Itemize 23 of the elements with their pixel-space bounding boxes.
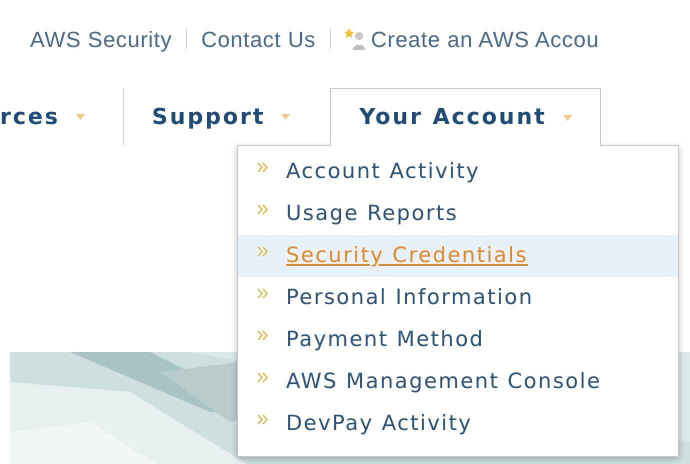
- nav-tab[interactable]: Your Account: [330, 88, 601, 146]
- double-chevron-icon: [257, 330, 269, 340]
- menu-item[interactable]: Payment Method: [238, 319, 678, 361]
- nav-tab[interactable]: Support: [152, 88, 290, 146]
- header-link[interactable]: AWS Security: [30, 22, 172, 56]
- double-chevron-icon: [257, 414, 269, 424]
- double-chevron-icon: [257, 246, 269, 256]
- caret-icon: [281, 114, 290, 120]
- double-chevron-icon: [257, 204, 269, 214]
- header-link[interactable]: Create an AWS Accou: [370, 22, 600, 56]
- menu-item[interactable]: Account Activity: [238, 151, 678, 193]
- menu-item[interactable]: Usage Reports: [238, 193, 678, 235]
- menu-item[interactable]: AWS Management Console: [238, 361, 678, 403]
- nav-tab[interactable]: rces: [0, 88, 85, 146]
- menu-item[interactable]: Personal Information: [238, 277, 678, 319]
- caret-icon: [76, 114, 85, 120]
- user-star-icon: [344, 27, 367, 51]
- caret-icon: [562, 114, 572, 120]
- double-chevron-icon: [257, 162, 269, 172]
- double-chevron-icon: [257, 288, 269, 298]
- header-link[interactable]: Contact Us: [201, 22, 316, 56]
- double-chevron-icon: [257, 372, 269, 382]
- menu-item[interactable]: DevPay Activity: [238, 403, 678, 445]
